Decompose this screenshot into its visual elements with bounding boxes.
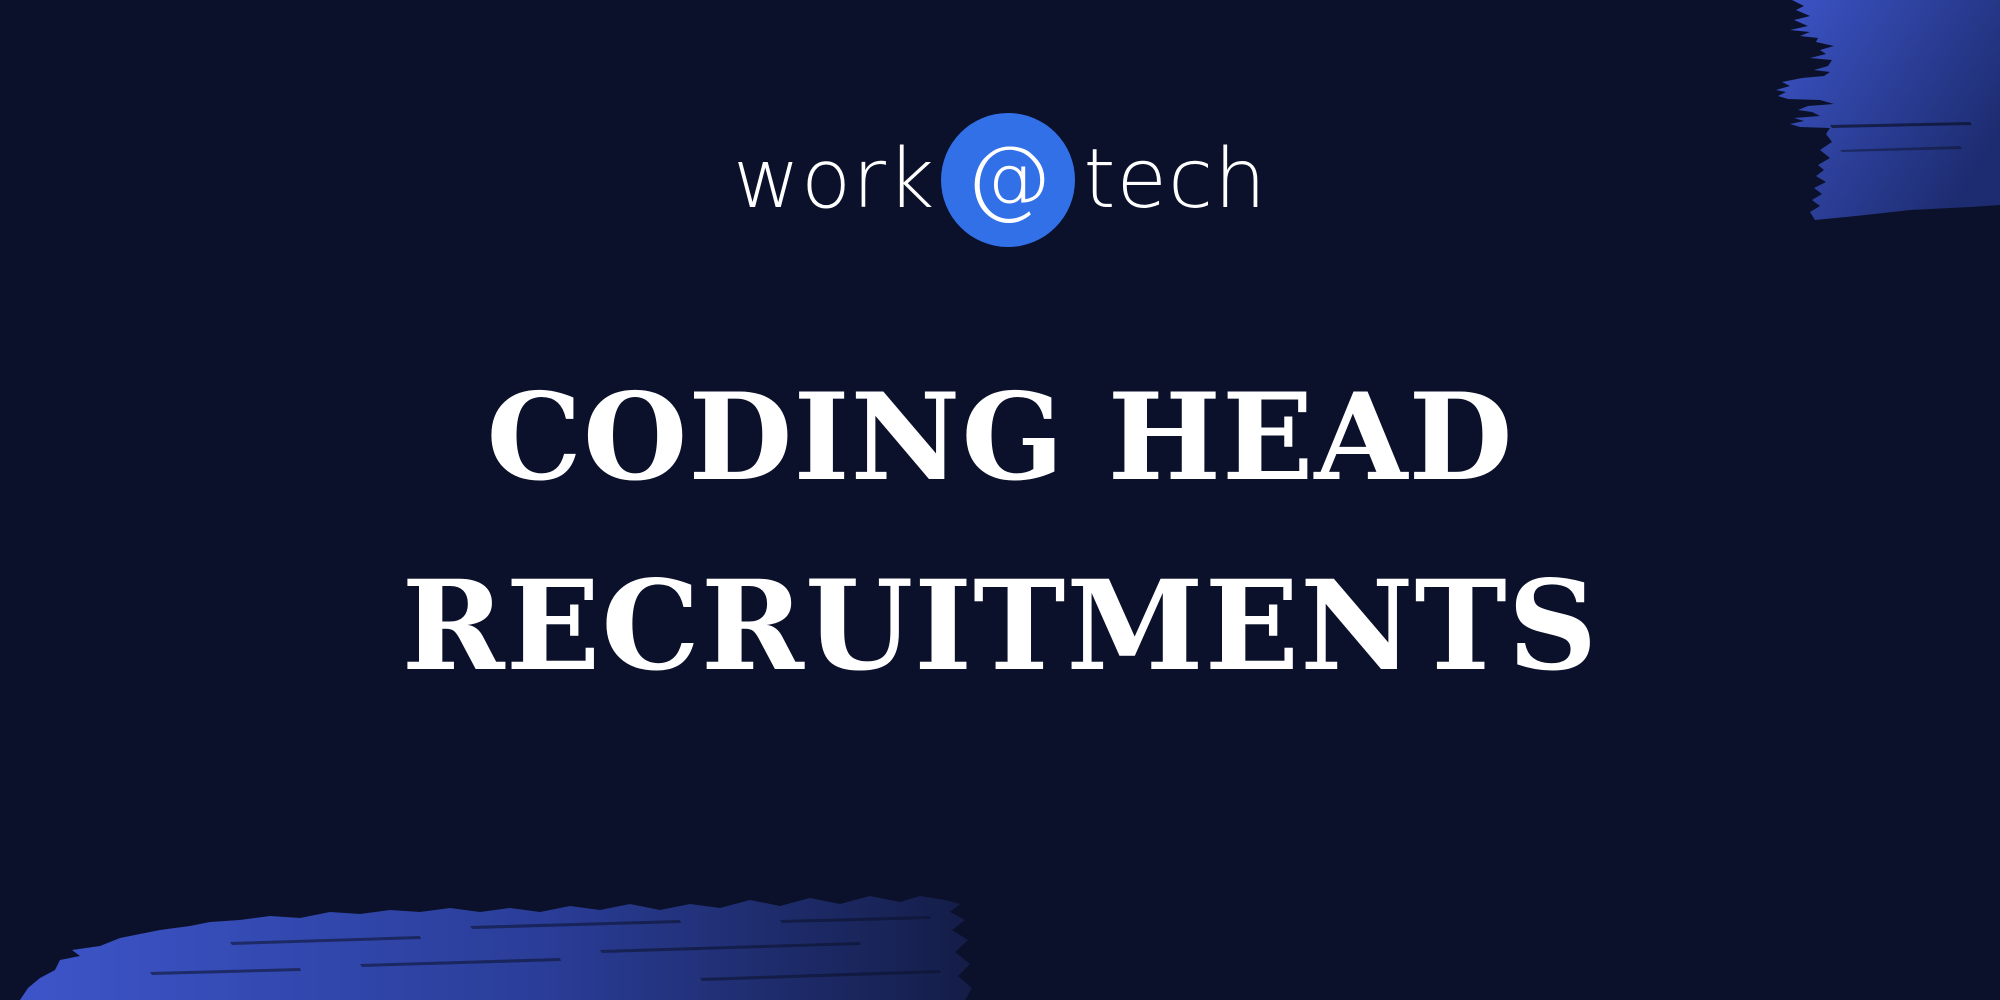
logo-at-circle: @ [941, 113, 1076, 247]
banner-canvas: work @ tech CODING HEAD RECRUITMENTS [0, 0, 2000, 1000]
brush-stroke-bottom-left [20, 896, 972, 1000]
logo-word-work: work [732, 132, 936, 227]
headline-line-1: CODING HEAD [486, 367, 1514, 508]
work-at-tech-logo: work @ tech [0, 110, 2000, 250]
logo-word-tech: tech [1083, 132, 1268, 227]
headline-line-2: RECRUITMENTS [401, 554, 1599, 699]
at-icon: @ [965, 128, 1052, 228]
